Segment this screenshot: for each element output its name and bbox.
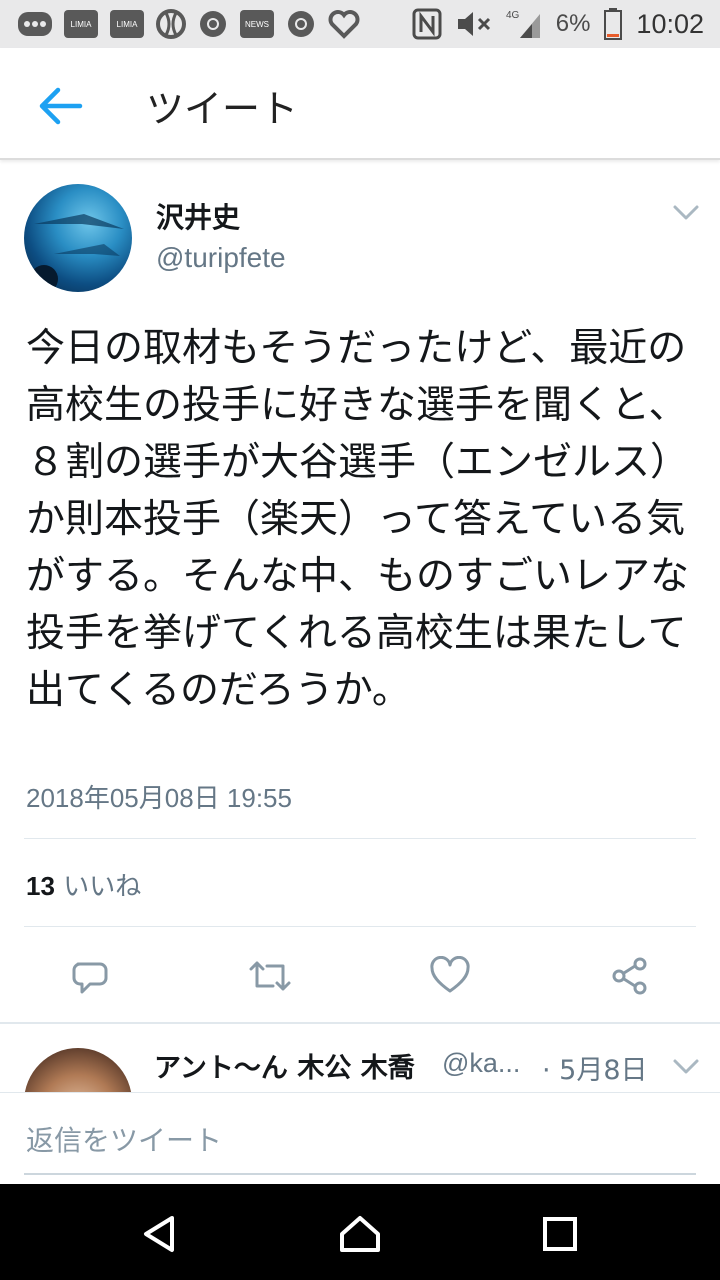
battery-percent: 6% [555, 10, 591, 37]
back-nav-icon[interactable] [138, 1212, 182, 1256]
tweet-timestamp: 2018年05月08日 19:55 [26, 783, 292, 813]
chrome-icon [200, 11, 226, 37]
reply-input-placeholder[interactable]: 返信をツイート [26, 1119, 222, 1159]
like-button[interactable] [426, 952, 474, 1000]
divider [24, 926, 696, 927]
reply-avatar[interactable] [24, 1048, 132, 1092]
signal-icon: 4G [506, 10, 540, 38]
likes-count: 13 [26, 871, 55, 901]
reply-button[interactable] [66, 952, 114, 1000]
tweet-text: 今日の取材もそうだったけど、最近の高校生の投手に好きな選手を聞くと、８割の選手が… [26, 326, 690, 713]
user-handle[interactable]: @turipfete [156, 242, 286, 274]
divider [24, 838, 696, 839]
news-icon: NEWS [240, 10, 274, 38]
back-arrow-icon[interactable] [36, 84, 84, 128]
reply-icon [72, 962, 108, 994]
section-divider [0, 1022, 720, 1024]
chrome-icon [288, 11, 314, 37]
clock: 10:02 [636, 8, 704, 39]
ball-icon [156, 9, 186, 39]
system-status: 4G 6% 10:02 [412, 8, 704, 40]
avatar-image [30, 214, 124, 292]
like-icon [430, 956, 470, 993]
status-bar: LIMIA LIMIA NEWS 4G 6% 10:02 [0, 0, 720, 48]
display-name[interactable]: 沢井史 [156, 196, 240, 236]
avatar[interactable] [24, 184, 132, 292]
chevron-down-icon[interactable] [672, 1058, 700, 1076]
reply-date: · 5月8日 [542, 1055, 648, 1086]
menu-dots-icon [18, 12, 52, 36]
retweet-icon [249, 961, 291, 991]
system-nav-bar [0, 1184, 720, 1280]
chevron-down-icon[interactable] [672, 204, 700, 222]
notification-icons: LIMIA LIMIA NEWS [18, 8, 360, 40]
mute-icon [457, 12, 490, 36]
heart-icon [328, 10, 360, 39]
home-nav-icon[interactable] [338, 1212, 382, 1256]
likes-label: いいね [63, 872, 142, 902]
likes-summary[interactable]: 13 いいね [26, 866, 141, 903]
nfc-icon [412, 8, 442, 40]
reply-display-name[interactable]: アント〜ん 木公 木喬 [154, 1046, 415, 1085]
page-title: ツイート [146, 87, 299, 131]
limia-app-icon: LIMIA [64, 10, 98, 38]
share-icon [612, 957, 647, 995]
recents-nav-icon[interactable] [538, 1212, 582, 1256]
reply-composer[interactable]: 返信をツイート [0, 1092, 720, 1184]
reply-handle[interactable]: @ka... [442, 1048, 520, 1079]
battery-icon [604, 8, 623, 40]
network-type: 4G [506, 10, 520, 21]
retweet-button[interactable] [246, 952, 294, 1000]
limia-app-icon: LIMIA [110, 10, 144, 38]
share-button[interactable] [606, 952, 654, 1000]
input-underline [24, 1173, 696, 1175]
app-bar: ツイート [0, 48, 720, 160]
